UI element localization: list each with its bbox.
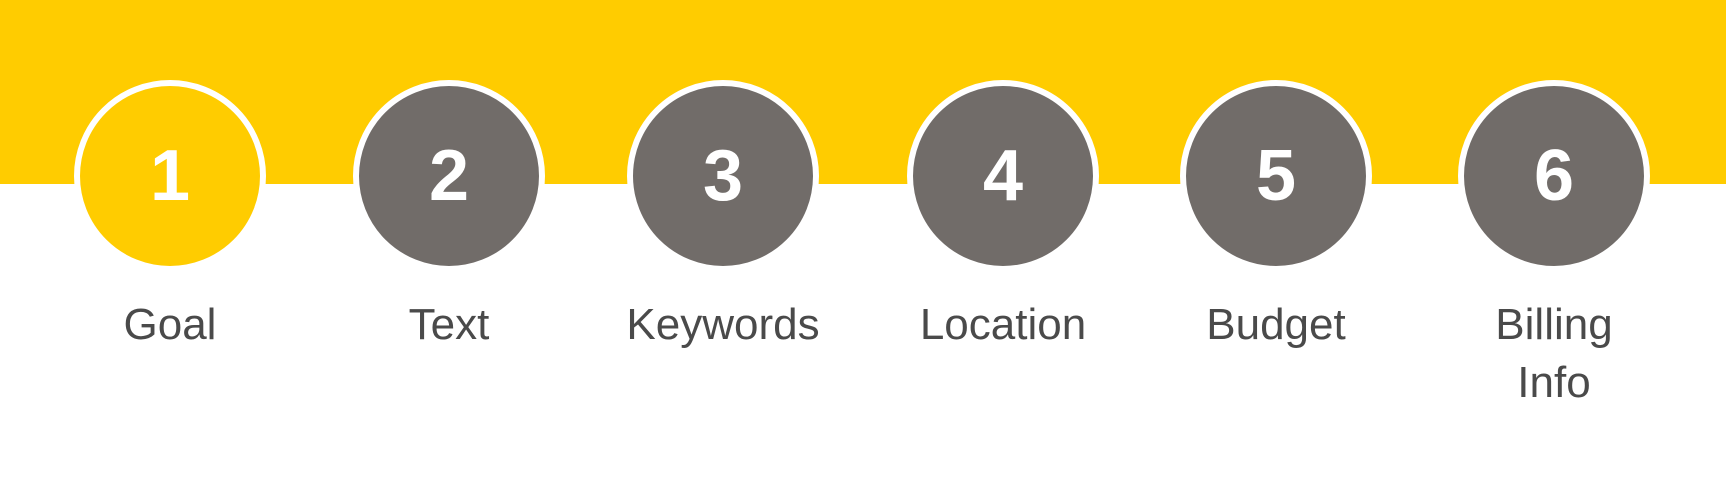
step-billing-info[interactable]: 6 Billing Info <box>1419 0 1689 480</box>
step-label-goal: Goal <box>123 300 217 349</box>
step-circle-6[interactable]: 6 <box>1458 80 1650 272</box>
step-keywords[interactable]: 3 Keywords <box>588 0 858 480</box>
step-label-keywords: Keywords <box>626 300 820 349</box>
step-circle-5[interactable]: 5 <box>1180 80 1372 272</box>
step-label-location: Location <box>919 300 1087 349</box>
step-label-text: Text <box>408 300 490 349</box>
step-label-billing-info: Billing Info <box>1495 300 1613 407</box>
step-goal[interactable]: 1 Goal <box>35 0 305 480</box>
step-budget[interactable]: 5 Budget <box>1141 0 1411 480</box>
step-progress-bar: 1 Goal 2 Text 3 Keywords 4 Location 5 Bu… <box>0 0 1726 480</box>
step-circle-2[interactable]: 2 <box>353 80 545 272</box>
step-circle-4[interactable]: 4 <box>907 80 1099 272</box>
step-text[interactable]: 2 Text <box>314 0 584 480</box>
step-circle-3[interactable]: 3 <box>627 80 819 272</box>
step-location[interactable]: 4 Location <box>868 0 1138 480</box>
step-label-budget: Budget <box>1206 300 1346 349</box>
step-circle-1[interactable]: 1 <box>74 80 266 272</box>
steps-row: 1 Goal 2 Text 3 Keywords 4 Location 5 Bu… <box>0 0 1726 480</box>
